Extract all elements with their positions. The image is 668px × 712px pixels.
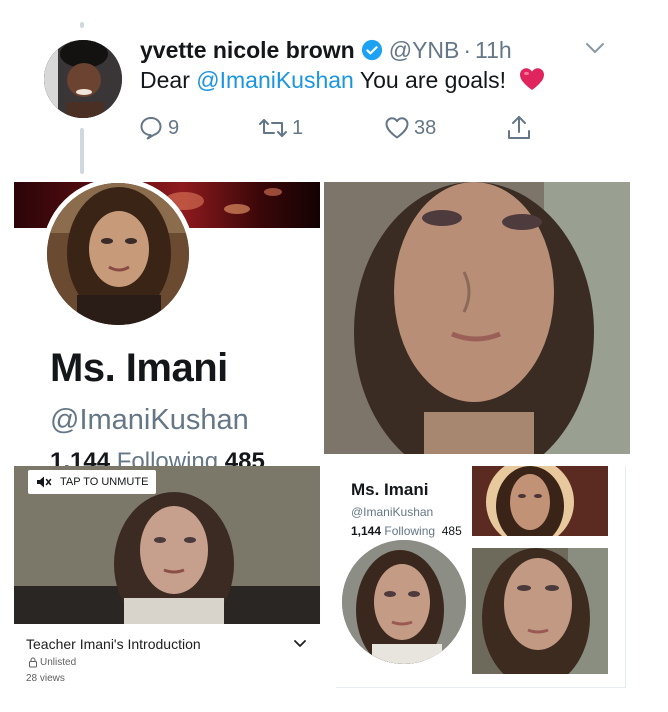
visibility-label: Unlisted: [40, 657, 77, 668]
author-name[interactable]: yvette nicole brown: [140, 37, 355, 64]
following-count-large: 1,144: [50, 448, 111, 466]
profile-avatar-small[interactable]: [342, 540, 466, 664]
selfie-thumbnail-bottom: [472, 548, 608, 674]
tweet-timestamp[interactable]: 11h: [475, 37, 512, 64]
tap-to-unmute-button[interactable]: TAP TO UNMUTE: [28, 470, 157, 494]
following-count-small: 1,144: [351, 524, 382, 538]
chevron-down-icon[interactable]: [584, 40, 606, 56]
share-action[interactable]: [506, 114, 532, 142]
profile-follow-stats-small: 1,144 Following 485: [351, 524, 462, 538]
author-avatar[interactable]: [44, 40, 122, 118]
tweet-text-prefix: Dear: [140, 67, 197, 93]
reply-action[interactable]: 9: [138, 114, 179, 142]
separator-dot: ·: [463, 36, 472, 63]
following-label-small: Following: [381, 524, 436, 538]
retweet-action[interactable]: 1: [258, 114, 303, 142]
selfie-thumbnail-top: [472, 466, 608, 536]
thread-line-bottom: [80, 128, 84, 174]
expand-chevron-icon[interactable]: [294, 640, 306, 648]
reply-icon: [140, 117, 162, 140]
profile-handle-small: @ImaniKushan: [351, 505, 434, 519]
profile-follow-stats-large: 1,144 Following 485: [50, 448, 265, 466]
verified-badge-icon: [361, 39, 382, 61]
retweet-count: 1: [292, 116, 304, 139]
profile-avatar-large[interactable]: [42, 178, 194, 330]
view-count: 28 views: [26, 673, 65, 684]
retweet-icon: [259, 119, 287, 137]
tweet-text-suffix: You are goals!: [353, 67, 513, 93]
like-action[interactable]: 38: [384, 114, 436, 142]
followers-count-small: 485: [441, 524, 462, 538]
profile-name-small: Ms. Imani: [351, 480, 429, 499]
lock-icon: [29, 657, 37, 668]
unmute-label: TAP TO UNMUTE: [60, 476, 149, 488]
heart-emoji-icon: [520, 68, 545, 90]
reply-count: 9: [168, 116, 180, 139]
mention-link[interactable]: @ImaniKushan: [196, 67, 354, 93]
tweet-text: Dear @ImaniKushan You are goals!: [140, 66, 546, 94]
selfie-photo-large: [324, 182, 630, 454]
following-label-large: Following: [110, 448, 219, 466]
profile-handle-large: @ImaniKushan: [50, 404, 249, 436]
tweet-header: yvette nicole brown @YNB · 11h: [140, 36, 512, 64]
profile-name-large: Ms. Imani: [50, 346, 228, 390]
mute-speaker-icon: [37, 476, 52, 488]
like-icon: [385, 117, 409, 139]
visibility-badge: Unlisted: [28, 657, 76, 668]
like-count: 38: [414, 116, 437, 139]
video-title[interactable]: Teacher Imani's Introduction: [26, 636, 201, 652]
thread-line-top: [80, 22, 84, 28]
author-handle[interactable]: @YNB: [389, 37, 460, 64]
followers-count-large: 485: [218, 448, 265, 466]
share-icon: [508, 116, 530, 139]
